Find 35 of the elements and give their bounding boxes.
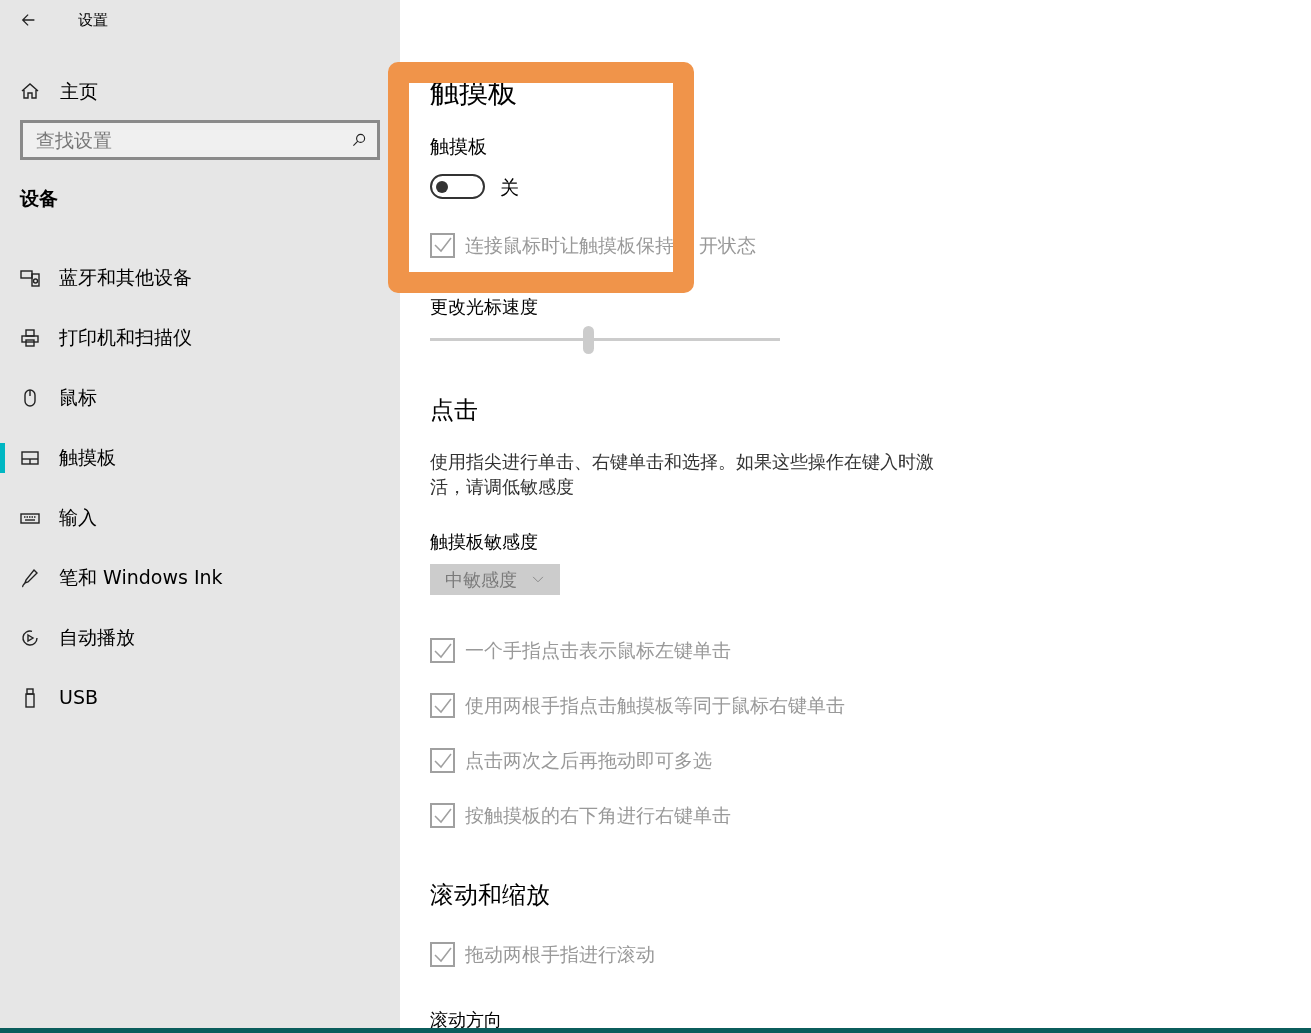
- sidebar-item[interactable]: 输入: [0, 487, 400, 548]
- checkbox-label: 一个手指点击表示鼠标左键单击: [465, 638, 731, 664]
- sidebar-item[interactable]: USB: [0, 667, 400, 728]
- home-link[interactable]: 主页: [0, 71, 98, 111]
- toggle-state: 关: [500, 174, 519, 200]
- sidebar-item[interactable]: 笔和 Windows Ink: [0, 547, 400, 608]
- window-title: 设置: [78, 9, 108, 31]
- slider-label: 更改光标速度: [430, 295, 538, 320]
- section-heading: 点击: [430, 394, 478, 426]
- sidebar-item[interactable]: 蓝牙和其他设备: [0, 247, 400, 308]
- search-icon: [351, 132, 367, 148]
- checkbox-label: 使用两根手指点击触摸板等同于鼠标右键单击: [465, 693, 845, 719]
- section-heading: 滚动和缩放: [430, 880, 550, 911]
- dropdown-label: 触摸板敏感度: [430, 529, 538, 554]
- slider-thumb[interactable]: [582, 326, 594, 355]
- autoplay-icon: [20, 627, 40, 648]
- pen-icon: [20, 567, 40, 588]
- checkbox-label: 点击两次之后再拖动即可多选: [465, 748, 712, 774]
- sidebar-item[interactable]: 鼠标: [0, 367, 400, 428]
- toggle-label: 触摸板: [430, 134, 487, 159]
- description-text: 使用指尖进行单击、右键单击和选择。如果这些操作在键入时激活，请调低敏感度: [430, 449, 935, 499]
- sidebar-item[interactable]: 打印机和扫描仪: [0, 307, 400, 368]
- toggle-switch[interactable]: [430, 174, 485, 200]
- checkbox-label: 拖动两根手指进行滚动: [465, 942, 655, 968]
- setting-label: 滚动方向: [430, 1008, 502, 1032]
- home-icon: [20, 81, 40, 101]
- devices-icon: [20, 267, 40, 288]
- printer-icon: [20, 327, 40, 348]
- sidebar-item[interactable]: 触摸板: [0, 427, 400, 488]
- search-field[interactable]: 查找设置: [20, 120, 380, 160]
- section-heading: 设备: [20, 186, 58, 211]
- checkbox-label: 开状态: [699, 232, 756, 258]
- checkbox-label: 按触摸板的右下角进行右键单击: [465, 803, 731, 829]
- sidebar-item[interactable]: 自动播放: [0, 607, 400, 668]
- checkbox-label: 连接鼠标时让触摸板保持: [465, 232, 674, 258]
